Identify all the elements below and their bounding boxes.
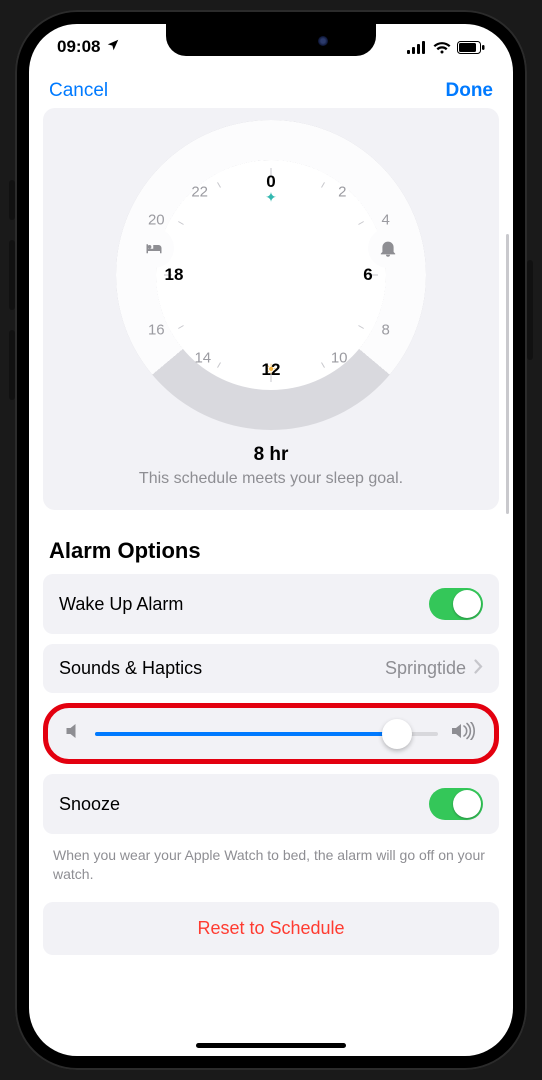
sounds-haptics-row[interactable]: Sounds & Haptics Springtide (43, 644, 499, 693)
location-icon (106, 37, 120, 57)
sleep-dial-card: ✦ ☀ 0 2 4 6 8 10 12 14 16 18 20 22 (43, 108, 499, 510)
wifi-icon (433, 41, 451, 54)
slider-fill (95, 732, 397, 736)
hour-8: 8 (382, 322, 390, 339)
hour-2: 2 (338, 184, 346, 201)
volume-low-icon (66, 722, 81, 745)
alarm-options-title: Alarm Options (43, 510, 499, 574)
done-button[interactable]: Done (446, 80, 494, 102)
side-button (527, 260, 533, 360)
volume-slider[interactable] (95, 725, 438, 743)
nav-bar: Cancel Done (29, 70, 513, 108)
watch-footnote: When you wear your Apple Watch to bed, t… (43, 844, 499, 902)
wake-up-label: Wake Up Alarm (59, 594, 183, 615)
snooze-toggle[interactable] (429, 788, 483, 820)
sounds-value: Springtide (385, 658, 466, 679)
reset-to-schedule-button[interactable]: Reset to Schedule (43, 902, 499, 955)
wake-handle[interactable] (368, 228, 408, 268)
hour-18: 18 (165, 265, 184, 285)
sleep-dial[interactable]: ✦ ☀ 0 2 4 6 8 10 12 14 16 18 20 22 (116, 120, 426, 430)
notch (166, 24, 376, 56)
hour-10: 10 (331, 350, 348, 367)
reset-label: Reset to Schedule (197, 918, 344, 938)
home-indicator (196, 1043, 346, 1048)
hour-16: 16 (148, 322, 165, 339)
scroll-indicator[interactable] (506, 234, 509, 514)
hour-6: 6 (363, 265, 372, 285)
status-time: 09:08 (57, 37, 100, 57)
slider-thumb[interactable] (382, 719, 412, 749)
side-button (9, 330, 15, 400)
hour-12: 12 (262, 360, 281, 380)
hour-22: 22 (191, 184, 208, 201)
screen: 09:08 (29, 24, 513, 1056)
wake-up-alarm-row: Wake Up Alarm (43, 574, 499, 634)
side-button (9, 180, 15, 220)
hour-0: 0 (266, 172, 275, 192)
snooze-label: Snooze (59, 794, 120, 815)
volume-high-icon (452, 722, 476, 745)
sleep-goal-text: This schedule meets your sleep goal. (55, 470, 487, 488)
hour-14: 14 (194, 350, 211, 367)
cellular-icon (407, 41, 427, 54)
phone-frame: 09:08 (15, 10, 527, 1070)
sleep-duration: 8 hr (55, 444, 487, 466)
cancel-button[interactable]: Cancel (49, 80, 108, 102)
chevron-right-icon (474, 658, 483, 679)
wake-up-toggle[interactable] (429, 588, 483, 620)
content: ✦ ☀ 0 2 4 6 8 10 12 14 16 18 20 22 (29, 108, 513, 1044)
hour-20: 20 (148, 212, 165, 229)
bedtime-handle[interactable] (134, 228, 174, 268)
hour-4: 4 (382, 212, 390, 229)
side-button (9, 240, 15, 310)
sounds-label: Sounds & Haptics (59, 658, 202, 679)
battery-icon (457, 41, 485, 54)
snooze-row: Snooze (43, 774, 499, 834)
volume-row (43, 703, 499, 764)
